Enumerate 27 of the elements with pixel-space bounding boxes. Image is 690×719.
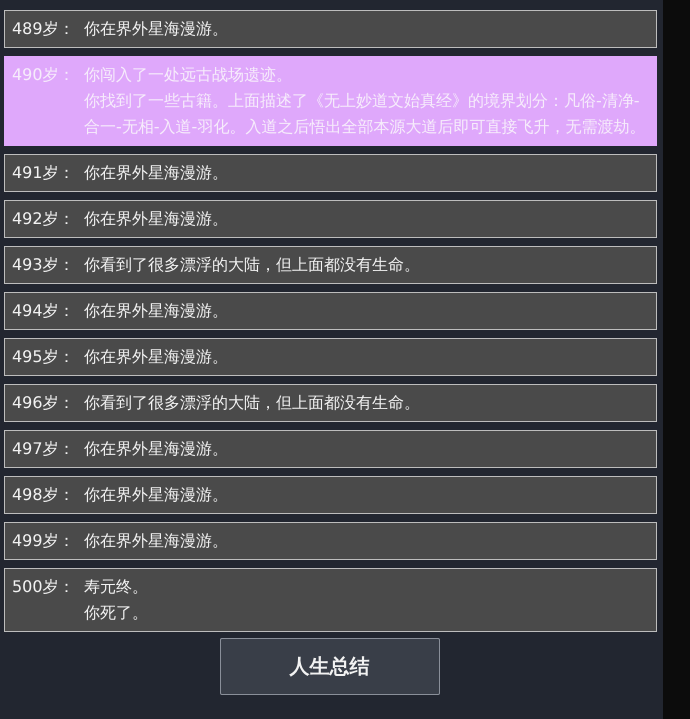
event-text: 你在界外星海漫游。 [84,162,229,184]
event-text: 你找到了一些古籍。上面描述了《无上妙道文始真经》的境界划分：凡俗-清净-合一-无相-入道-羽化。入道之后悟出全部本源大道后即可直接飞升，无需渡劫。 [84,90,646,138]
event-text: 你在界外星海漫游。 [84,438,229,460]
summary-button[interactable]: 人生总结 [220,638,440,695]
age-label: 491岁： [12,162,76,184]
event-text: 你看到了很多漂浮的大陆，但上面都没有生命。 [84,392,421,414]
event-text: 寿元终。 [84,576,149,598]
event-text: 你在界外星海漫游。 [84,530,229,552]
event-text: 你在界外星海漫游。 [84,18,229,40]
age-label: 500岁： [12,576,76,598]
event-text: 你在界外星海漫游。 [84,346,229,368]
age-label: 494岁： [12,300,76,322]
event-text: 你在界外星海漫游。 [84,208,229,230]
age-label: 490岁： [12,64,76,86]
age-label: 497岁： [12,438,76,460]
event-text: 你看到了很多漂浮的大陆，但上面都没有生命。 [84,254,421,276]
event-text: 你闯入了一处远古战场遗迹。 [84,64,293,86]
age-label: 498岁： [12,484,76,506]
event-text: 你死了。 [84,602,149,624]
age-label: 493岁： [12,254,76,276]
age-label: 499岁： [12,530,76,552]
age-label: 495岁： [12,346,76,368]
age-label: 492岁： [12,208,76,230]
event-text: 你在界外星海漫游。 [84,484,229,506]
age-label: 496岁： [12,392,76,414]
event-text: 你在界外星海漫游。 [84,300,229,322]
age-label: 489岁： [12,18,76,40]
